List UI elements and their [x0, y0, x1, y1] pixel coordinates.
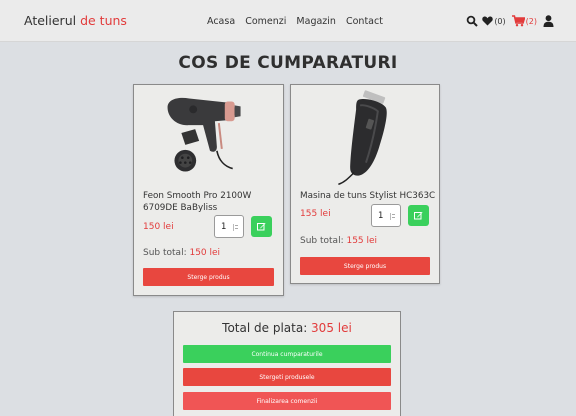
navbar: Atelierul de tuns Acasa Comenzi Magazin … — [0, 0, 576, 42]
product-name-line2: 6709DE BaByliss — [143, 202, 218, 213]
user-icon[interactable] — [543, 15, 554, 27]
nav-link-comenzi[interactable]: Comenzi — [245, 16, 286, 27]
heart-icon[interactable] — [482, 16, 494, 26]
quantity-value: 1 — [378, 211, 384, 221]
delete-product-button[interactable]: Sterge produs — [300, 257, 430, 275]
wishlist-count: (0) — [494, 16, 506, 26]
checkout-button[interactable]: Finalizarea comenzii — [183, 392, 391, 410]
page-title: COS DE CUMPARATURI — [178, 53, 398, 73]
update-quantity-button[interactable] — [408, 205, 429, 226]
total-label: Total de plata: — [222, 321, 312, 335]
product-subtotal: Sub total: 155 lei — [300, 236, 377, 246]
product-subtotal: Sub total: 150 lei — [143, 248, 220, 258]
product-name[interactable]: Feon Smooth Pro 2100W 6709DE BaByliss — [143, 191, 251, 214]
edit-icon — [257, 223, 266, 231]
brand-accent: de tuns — [80, 13, 127, 28]
product-name-line1: Feon Smooth Pro 2100W — [143, 191, 252, 201]
quantity-input[interactable]: 1 — [371, 204, 401, 227]
subtotal-label: Sub total: — [143, 248, 190, 258]
hair-dryer-image — [167, 97, 241, 172]
search-icon[interactable] — [466, 15, 479, 27]
quantity-spinner-icon[interactable] — [233, 224, 238, 231]
product-name[interactable]: Masina de tuns Stylist HC363C — [300, 191, 435, 203]
nav-links: Acasa Comenzi Magazin Contact — [207, 16, 390, 27]
nav-icons: (0) (2) — [466, 13, 554, 29]
delete-product-button[interactable]: Sterge produs — [143, 268, 274, 286]
continue-shopping-button[interactable]: Continua cumparaturile — [183, 345, 391, 363]
clear-cart-button[interactable]: Stergeti produsele — [183, 368, 391, 386]
product-card: Masina de tuns Stylist HC363C 155 lei 1 … — [290, 84, 440, 284]
edit-icon — [414, 212, 423, 220]
cart-icon[interactable] — [511, 15, 525, 27]
subtotal-value: 150 lei — [189, 248, 221, 258]
product-price: 155 lei — [300, 209, 331, 219]
product-card: Feon Smooth Pro 2100W 6709DE BaByliss 15… — [133, 84, 284, 296]
nav-link-magazin[interactable]: Magazin — [296, 16, 336, 27]
total-value: 305 lei — [311, 321, 352, 335]
quantity-input[interactable]: 1 — [214, 215, 244, 238]
update-quantity-button[interactable] — [251, 216, 272, 237]
hair-clipper-image — [338, 90, 387, 186]
nav-link-contact[interactable]: Contact — [346, 16, 383, 27]
subtotal-label: Sub total: — [300, 236, 347, 246]
subtotal-value: 155 lei — [346, 236, 378, 246]
quantity-spinner-icon[interactable] — [390, 213, 395, 220]
order-summary: Total de plata: 305 lei Continua cumpara… — [173, 311, 401, 416]
brand-logo[interactable]: Atelierul de tuns — [24, 13, 127, 28]
total-line: Total de plata: 305 lei — [174, 321, 400, 335]
cart-count: (2) — [525, 16, 537, 26]
product-price: 150 lei — [143, 222, 174, 232]
nav-link-acasa[interactable]: Acasa — [207, 16, 235, 27]
brand-main: Atelierul — [24, 13, 81, 28]
quantity-value: 1 — [221, 222, 227, 232]
